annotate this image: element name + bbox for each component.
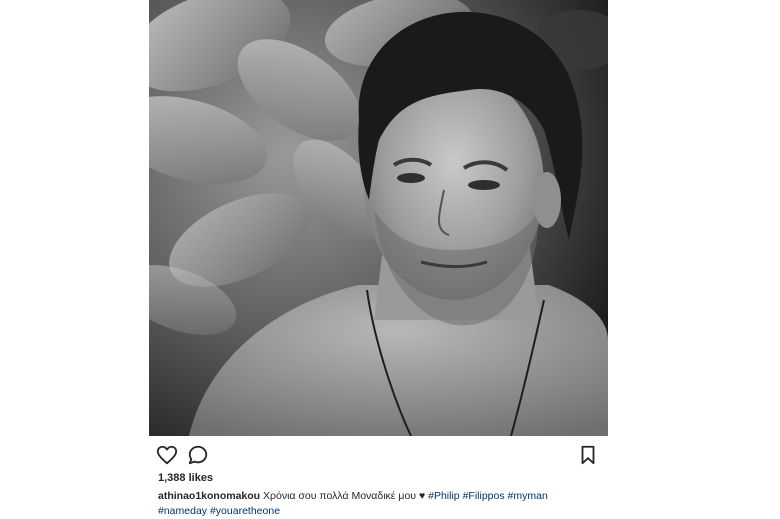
caption-text: Χρόνια σου πολλά Μοναδικέ μου ♥: [263, 490, 426, 502]
post-photo-image: [149, 0, 608, 436]
hashtag-link[interactable]: #youaretheone: [210, 505, 280, 517]
speech-bubble-icon[interactable]: [187, 444, 209, 466]
caption-username[interactable]: athinao1konomakou: [158, 490, 260, 502]
hashtag-link[interactable]: #Filippos: [463, 490, 505, 502]
post-photo[interactable]: [149, 0, 608, 436]
post-actions-bar: [149, 440, 608, 470]
instagram-post: 1,388 likes athinao1konomakou Χρόνια σου…: [149, 0, 608, 519]
heart-outline-icon[interactable]: [156, 444, 178, 466]
hashtag-link[interactable]: #myman: [508, 490, 548, 502]
likes-count[interactable]: 1,388 likes: [158, 472, 213, 484]
hashtag-link[interactable]: #Philip: [428, 490, 460, 502]
hashtag-link[interactable]: #nameday: [158, 505, 207, 517]
post-caption: athinao1konomakou Χρόνια σου πολλά Μοναδ…: [158, 489, 598, 519]
bookmark-icon[interactable]: [577, 444, 599, 466]
